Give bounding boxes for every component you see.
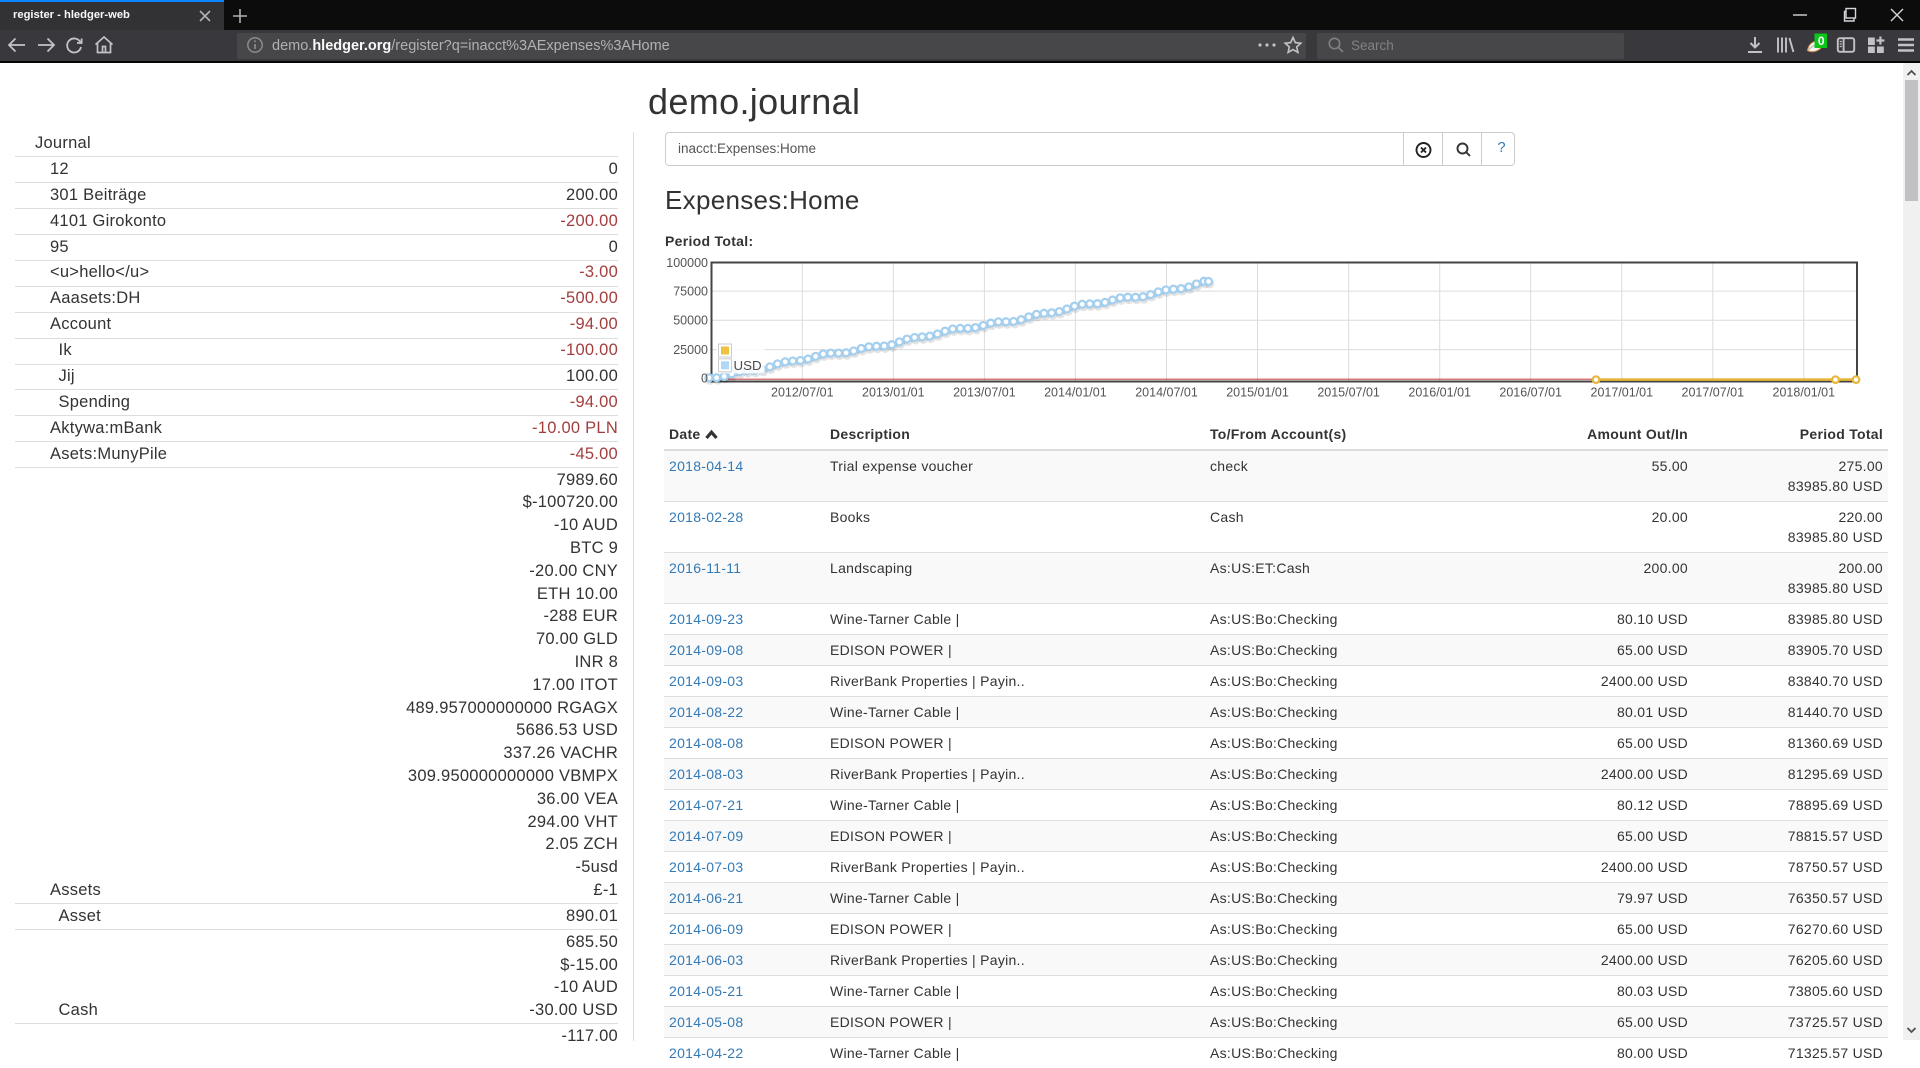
svg-text:75000: 75000 [673,284,708,298]
svg-text:2017/07/01: 2017/07/01 [1682,386,1745,400]
svg-text:2012/07/01: 2012/07/01 [771,386,834,400]
svg-text:2014/07/01: 2014/07/01 [1135,386,1198,400]
svg-text:2017/01/01: 2017/01/01 [1591,386,1654,400]
svg-text:2013/01/01: 2013/01/01 [862,386,925,400]
svg-text:USD: USD [734,358,762,373]
svg-text:2016/01/01: 2016/01/01 [1408,386,1471,400]
svg-text:2016/07/01: 2016/07/01 [1499,386,1562,400]
svg-text:100000: 100000 [666,256,708,270]
svg-text:25000: 25000 [673,343,708,357]
svg-text:2015/07/01: 2015/07/01 [1317,386,1380,400]
svg-text:2015/01/01: 2015/01/01 [1226,386,1289,400]
svg-text:0: 0 [1818,34,1825,48]
svg-text:50000: 50000 [673,314,708,328]
svg-text:2013/07/01: 2013/07/01 [953,386,1016,400]
svg-text:0: 0 [701,371,708,385]
svg-text:2018/01/01: 2018/01/01 [1773,386,1836,400]
svg-text:2014/01/01: 2014/01/01 [1044,386,1107,400]
